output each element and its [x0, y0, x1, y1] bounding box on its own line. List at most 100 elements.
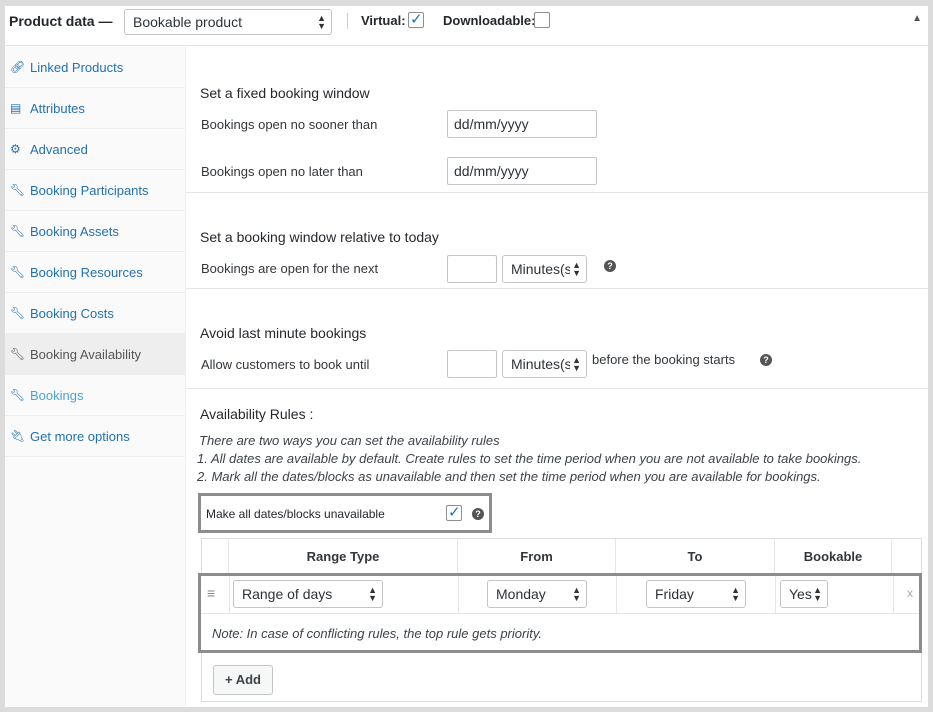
- plugin-icon: 🔌︎: [10, 429, 26, 443]
- open-for-next-amount-input[interactable]: [447, 255, 497, 283]
- rules-info-line-1: There are two ways you can set the avail…: [199, 433, 500, 448]
- tab-booking-resources[interactable]: 🔧︎ Booking Resources: [5, 252, 185, 293]
- tab-label: Advanced: [30, 141, 88, 157]
- before-booking-starts-text: before the booking starts: [592, 352, 736, 367]
- tab-get-more-options[interactable]: 🔌︎ Get more options: [5, 416, 185, 457]
- help-icon[interactable]: ?: [760, 354, 772, 366]
- column-header-range-type: Range Type: [229, 539, 458, 575]
- availability-rules-table: Range Type From To Bookable ≡ Range of d…: [198, 538, 922, 702]
- wrench-icon: 🔧︎: [10, 265, 26, 279]
- section-divider: [186, 288, 928, 289]
- help-icon[interactable]: ?: [604, 260, 616, 272]
- select-arrows-icon: ▲ ▼: [570, 256, 581, 282]
- relative-window-title: Set a booking window relative to today: [200, 229, 439, 245]
- tabs-list: 🔗︎ Linked Products ▤ Attributes ⚙ Advanced …: [5, 47, 185, 457]
- list-icon: ▤: [10, 101, 22, 115]
- collapse-up-icon[interactable]: ▲: [912, 13, 922, 24]
- select-arrows-icon: ▲ ▼: [317, 13, 326, 31]
- cell-divider: [775, 576, 776, 613]
- open-for-next-label: Bookings are open for the next: [201, 261, 379, 276]
- header-divider: [347, 13, 348, 29]
- book-until-unit: Minutes(s: [511, 356, 572, 372]
- open-no-later-input[interactable]: dd/mm/yyyy: [447, 157, 597, 185]
- select-arrows-icon: ▲ ▼: [813, 585, 822, 603]
- rules-info-line-3: 2. Mark all the dates/blocks as unavaila…: [197, 469, 821, 484]
- from-day-select[interactable]: Monday ▲ ▼: [487, 580, 587, 608]
- tab-label: Attributes: [30, 100, 85, 116]
- product-data-header: Product data — Bookable product ▲ ▼ Virtu…: [5, 6, 928, 46]
- select-arrows-icon: ▲ ▼: [570, 351, 581, 377]
- wrench-icon: 🔧︎: [10, 224, 26, 238]
- tab-label: Booking Resources: [30, 264, 143, 280]
- bookable-select[interactable]: Yes ▲ ▼: [780, 580, 828, 608]
- make-unavailable-checkbox[interactable]: ✓: [446, 504, 462, 521]
- virtual-label: Virtual:: [361, 13, 406, 28]
- cell-divider: [893, 576, 894, 613]
- book-until-unit-select[interactable]: Minutes(s ▲ ▼: [502, 350, 587, 378]
- tab-booking-availability[interactable]: 🔧︎ Booking Availability: [5, 334, 185, 375]
- open-for-next-unit-select[interactable]: Minutes(s ▲ ▼: [502, 255, 587, 283]
- product-data-tabs: 🔗︎ Linked Products ▤ Attributes ⚙ Advanced …: [5, 47, 186, 707]
- cell-divider: [616, 576, 617, 613]
- to-day-value: Friday: [655, 586, 694, 602]
- tab-linked-products[interactable]: 🔗︎ Linked Products: [5, 47, 185, 88]
- tab-attributes[interactable]: ▤ Attributes: [5, 88, 185, 129]
- virtual-checkbox[interactable]: ✓: [408, 11, 424, 28]
- tab-label: Linked Products: [30, 59, 124, 75]
- product-type-select[interactable]: Bookable product ▲ ▼: [124, 9, 332, 35]
- product-type-value: Bookable product: [133, 14, 242, 30]
- wrench-icon: 🔧︎: [10, 306, 26, 320]
- availability-rules-title: Availability Rules :: [200, 406, 314, 422]
- book-until-label: Allow customers to book until: [201, 357, 370, 372]
- rules-info-line-2: 1. All dates are available by default. C…: [197, 451, 862, 466]
- tab-booking-costs[interactable]: 🔧︎ Booking Costs: [5, 293, 185, 334]
- tab-label: Bookings: [30, 387, 84, 403]
- open-no-later-value: dd/mm/yyyy: [454, 163, 529, 179]
- column-header-from: From: [458, 539, 616, 575]
- open-for-next-unit: Minutes(s: [511, 261, 572, 277]
- wrench-icon: 🔧︎: [10, 347, 26, 361]
- open-no-sooner-input[interactable]: dd/mm/yyyy: [447, 110, 597, 138]
- cell-divider: [458, 576, 459, 613]
- wrench-icon: 🔧︎: [10, 388, 26, 402]
- tab-label: Booking Assets: [30, 223, 119, 239]
- tab-booking-assets[interactable]: 🔧︎ Booking Assets: [5, 211, 185, 252]
- make-unavailable-label: Make all dates/blocks unavailable: [206, 507, 385, 521]
- tab-booking-participants[interactable]: 🔧︎ Booking Participants: [5, 170, 185, 211]
- range-type-select[interactable]: Range of days ▲ ▼: [233, 580, 383, 608]
- column-header-bookable: Bookable: [775, 539, 892, 575]
- downloadable-label: Downloadable:: [443, 13, 536, 28]
- last-minute-title: Avoid last minute bookings: [200, 325, 367, 341]
- select-arrows-icon: ▲ ▼: [731, 585, 740, 603]
- book-until-amount-input[interactable]: [447, 350, 497, 378]
- section-divider: [186, 192, 928, 193]
- tab-label: Booking Costs: [30, 305, 114, 321]
- remove-rule-button[interactable]: x: [907, 586, 913, 600]
- wrench-icon: 🔧︎: [10, 183, 26, 197]
- downloadable-checkbox[interactable]: [534, 12, 550, 28]
- range-type-value: Range of days: [242, 586, 333, 602]
- conflicting-rules-note: Note: In case of conflicting rules, the …: [212, 626, 542, 641]
- select-arrows-icon: ▲ ▼: [572, 585, 581, 603]
- drag-handle-icon[interactable]: ≡: [207, 585, 215, 601]
- open-no-sooner-label: Bookings open no sooner than: [201, 117, 378, 132]
- tab-label: Get more options: [30, 428, 130, 444]
- tab-label: Booking Availability: [30, 346, 142, 362]
- table-row: ≡ Range of days ▲ ▼ Monday ▲ ▼ Friday ▲ ▼ Y…: [198, 573, 922, 653]
- checkmark-icon: ✓: [448, 504, 461, 521]
- open-no-later-label: Bookings open no later than: [201, 164, 363, 179]
- row-divider: [201, 613, 919, 614]
- make-unavailable-row: Make all dates/blocks unavailable ✓ ?: [198, 493, 492, 533]
- tab-label: Booking Participants: [30, 182, 149, 198]
- tab-bookings[interactable]: 🔧︎ Bookings: [5, 375, 185, 416]
- add-rule-button[interactable]: + Add: [213, 665, 273, 695]
- from-day-value: Monday: [496, 586, 546, 602]
- checkmark-icon: ✓: [410, 11, 423, 28]
- help-icon[interactable]: ?: [472, 508, 484, 520]
- to-day-select[interactable]: Friday ▲ ▼: [646, 580, 746, 608]
- bookable-value: Yes: [789, 586, 812, 602]
- section-divider: [186, 388, 928, 389]
- tab-advanced[interactable]: ⚙ Advanced: [5, 129, 185, 170]
- gear-icon: ⚙: [10, 142, 21, 156]
- fixed-window-title: Set a fixed booking window: [200, 85, 370, 101]
